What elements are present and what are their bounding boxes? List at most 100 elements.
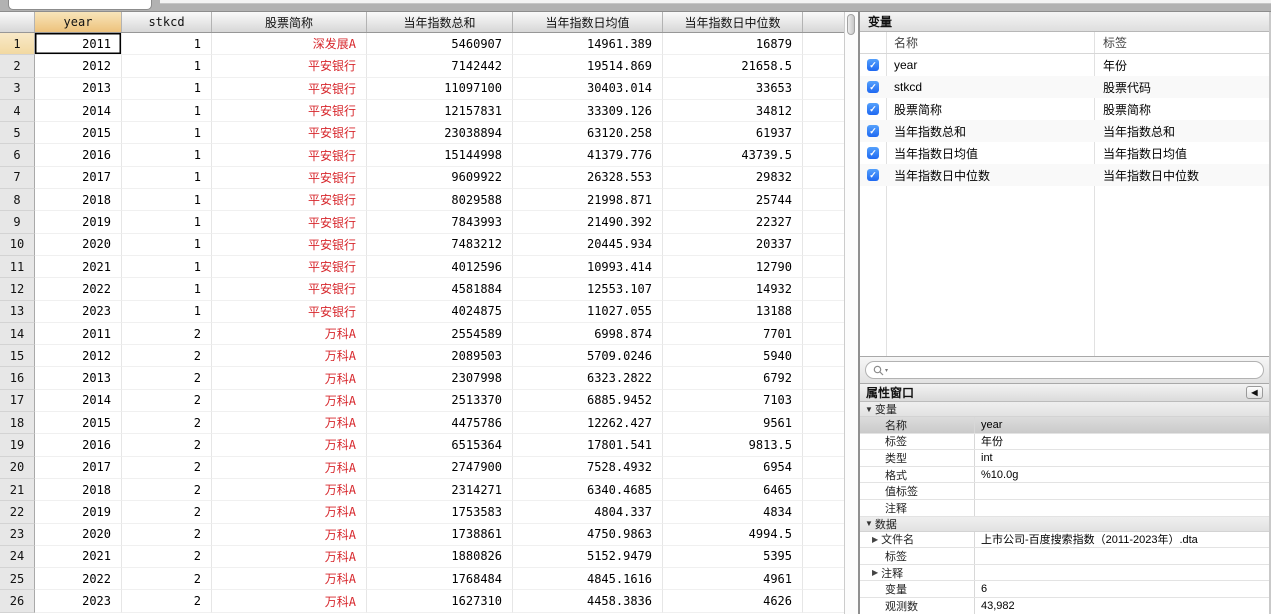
cell-stock-name[interactable]: 平安银行 [212, 233, 367, 256]
cell-index-sum[interactable]: 4581884 [367, 278, 513, 301]
cell-year[interactable]: 2011 [35, 322, 122, 346]
cell-index-median[interactable]: 7103 [663, 389, 803, 413]
column-header-index-median[interactable]: 当年指数日中位数 [663, 12, 803, 32]
row-number[interactable]: 12 [0, 278, 35, 301]
row-number[interactable]: 22 [0, 501, 35, 524]
cell-index-sum[interactable]: 23038894 [367, 122, 513, 145]
selected-cell[interactable]: 2011 [35, 33, 122, 56]
vertical-scrollbar[interactable] [844, 12, 858, 614]
cell-year[interactable]: 2019 [35, 501, 122, 524]
cell-index-mean[interactable]: 6323.2822 [513, 367, 663, 390]
cell-index-mean[interactable]: 30403.014 [513, 77, 663, 100]
cell-index-median[interactable]: 4961 [663, 568, 803, 591]
cell-index-sum[interactable]: 4012596 [367, 255, 513, 279]
checkbox-checked-icon[interactable]: ✓ [867, 103, 879, 115]
cell-index-sum[interactable]: 7142442 [367, 55, 513, 78]
cell-index-median[interactable]: 6465 [663, 478, 803, 502]
cell-index-sum[interactable]: 15144998 [367, 144, 513, 167]
cell-stock-name[interactable]: 平安银行 [212, 300, 367, 323]
cell-index-sum[interactable]: 9609922 [367, 166, 513, 190]
cell-index-sum[interactable]: 4475786 [367, 412, 513, 435]
cell-index-mean[interactable]: 4845.1616 [513, 568, 663, 591]
variable-label[interactable]: 当年指数日均值 [1094, 145, 1187, 162]
variable-label[interactable]: 当年指数日中位数 [1094, 167, 1199, 184]
cell-index-mean[interactable]: 33309.126 [513, 99, 663, 123]
cell-stock-name[interactable]: 平安银行 [212, 166, 367, 190]
cell-index-mean[interactable]: 21998.871 [513, 189, 663, 212]
cell-stkcd[interactable]: 2 [122, 545, 212, 569]
cell-index-median[interactable]: 4994.5 [663, 523, 803, 546]
cell-index-sum[interactable]: 2089503 [367, 345, 513, 368]
cell-stkcd[interactable]: 2 [122, 367, 212, 390]
row-number[interactable]: 16 [0, 367, 35, 390]
cell-index-sum[interactable]: 1753583 [367, 501, 513, 524]
cell-index-median[interactable]: 34812 [663, 99, 803, 123]
cell-stock-name[interactable]: 平安银行 [212, 144, 367, 167]
checkbox-checked-icon[interactable]: ✓ [867, 81, 879, 93]
cell-index-sum[interactable]: 1880826 [367, 545, 513, 569]
row-number[interactable]: 1 [0, 33, 35, 56]
cell-index-median[interactable]: 29832 [663, 166, 803, 190]
cell-stock-name[interactable]: 平安银行 [212, 255, 367, 279]
cell-index-mean[interactable]: 6885.9452 [513, 389, 663, 413]
row-number[interactable]: 8 [0, 189, 35, 212]
variable-row[interactable]: ✓ stkcd 股票代码 [860, 76, 1269, 98]
cell-stock-name[interactable]: 平安银行 [212, 77, 367, 100]
cell-index-mean[interactable]: 19514.869 [513, 55, 663, 78]
cell-stkcd[interactable]: 1 [122, 33, 212, 56]
cell-stkcd[interactable]: 1 [122, 55, 212, 78]
row-number[interactable]: 21 [0, 478, 35, 502]
cell-index-median[interactable]: 5940 [663, 345, 803, 368]
cell-index-median[interactable]: 4834 [663, 501, 803, 524]
cell-stock-name[interactable]: 平安银行 [212, 55, 367, 78]
cell-year[interactable]: 2016 [35, 144, 122, 167]
cell-index-sum[interactable]: 12157831 [367, 99, 513, 123]
cell-index-sum[interactable]: 1768484 [367, 568, 513, 591]
property-value[interactable] [975, 500, 1269, 516]
cell-stock-name[interactable]: 平安银行 [212, 189, 367, 212]
cell-index-mean[interactable]: 20445.934 [513, 233, 663, 256]
cell-index-mean[interactable]: 7528.4932 [513, 456, 663, 479]
column-header-stkcd[interactable]: stkcd [122, 12, 212, 32]
cell-stkcd[interactable]: 1 [122, 166, 212, 190]
row-number[interactable]: 7 [0, 166, 35, 190]
cell-stkcd[interactable]: 2 [122, 456, 212, 479]
cell-index-mean[interactable]: 6340.4685 [513, 478, 663, 502]
cell-year[interactable]: 2018 [35, 189, 122, 212]
cell-stock-name[interactable]: 万科A [212, 568, 367, 591]
cell-stock-name[interactable]: 万科A [212, 322, 367, 346]
cell-stkcd[interactable]: 2 [122, 412, 212, 435]
cell-index-mean[interactable]: 12262.427 [513, 412, 663, 435]
column-header-year[interactable]: year [35, 12, 122, 32]
cell-index-mean[interactable]: 21490.392 [513, 211, 663, 234]
cell-stkcd[interactable]: 2 [122, 434, 212, 457]
cell-stock-name[interactable]: 深发展A [212, 33, 367, 56]
cell-stock-name[interactable]: 万科A [212, 367, 367, 390]
cell-year[interactable]: 2023 [35, 300, 122, 323]
cell-stock-name[interactable]: 万科A [212, 501, 367, 524]
cell-index-median[interactable]: 13188 [663, 300, 803, 323]
cell-index-mean[interactable]: 5152.9479 [513, 545, 663, 569]
cell-year[interactable]: 2012 [35, 345, 122, 368]
collapse-panel-button[interactable]: ◀ [1246, 386, 1263, 399]
cell-stock-name[interactable]: 万科A [212, 478, 367, 502]
property-value[interactable] [975, 565, 1269, 581]
cell-stock-name[interactable]: 万科A [212, 523, 367, 546]
cell-stkcd[interactable]: 1 [122, 255, 212, 279]
cell-stock-name[interactable]: 平安银行 [212, 211, 367, 234]
cell-year[interactable]: 2017 [35, 166, 122, 190]
cell-stkcd[interactable]: 2 [122, 345, 212, 368]
cell-stock-name[interactable]: 万科A [212, 545, 367, 569]
cell-index-median[interactable]: 22327 [663, 211, 803, 234]
row-number[interactable]: 23 [0, 523, 35, 546]
cell-stock-name[interactable]: 平安银行 [212, 99, 367, 123]
cell-stkcd[interactable]: 2 [122, 568, 212, 591]
row-number[interactable]: 24 [0, 545, 35, 569]
cell-stkcd[interactable]: 1 [122, 144, 212, 167]
property-value[interactable]: %10.0g [975, 467, 1269, 483]
variable-label[interactable]: 股票简称 [1094, 101, 1151, 118]
property-value[interactable] [975, 483, 1269, 499]
variable-row[interactable]: ✓ 当年指数总和 当年指数总和 [860, 120, 1269, 142]
row-number[interactable]: 4 [0, 99, 35, 123]
cell-index-sum[interactable]: 7483212 [367, 233, 513, 256]
